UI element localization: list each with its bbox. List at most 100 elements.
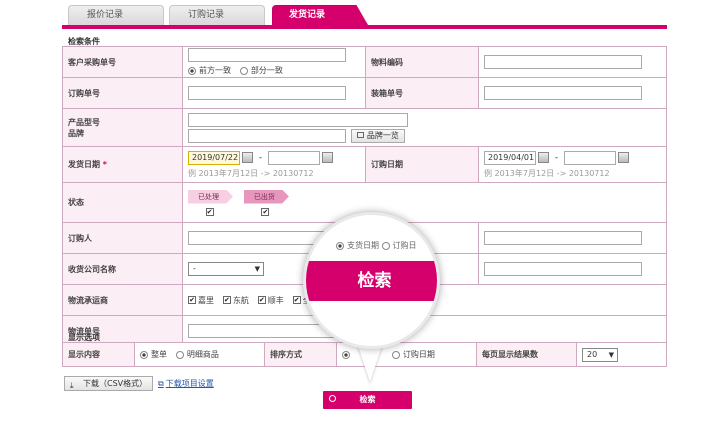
status-shipped-checkbox[interactable]: ✔: [261, 207, 270, 216]
chevron-down-icon: ▼: [608, 350, 614, 359]
per-page-value: 20: [587, 349, 598, 359]
date-separator: -: [554, 153, 559, 163]
radio-partial-match[interactable]: [239, 66, 248, 75]
calendar-icon[interactable]: [618, 152, 629, 163]
magnifier-hint: 支货日期 订购日: [336, 240, 417, 251]
sort-label: 排序方式: [264, 342, 337, 367]
radio-detail-items[interactable]: [175, 350, 184, 359]
search-button-label: 检索: [359, 395, 376, 404]
orderer-extra-cell: [478, 222, 667, 254]
calendar-icon[interactable]: [322, 152, 333, 163]
tab-label: 订购记录: [188, 10, 225, 20]
carrier-checkbox[interactable]: ✔: [222, 296, 231, 304]
form-row: 订购单号 装箱单号: [62, 77, 667, 109]
status-label: 状态: [62, 182, 183, 223]
form-row: 产品型号 品牌 品牌一览: [62, 108, 667, 147]
order-date-cell: 2019/04/01 - 例 2013年7月12日 -> 20130712: [478, 146, 667, 183]
carrier-label: 物流承运商: [62, 284, 183, 316]
customer-po-cell: 前方一致 部分一致: [182, 46, 366, 78]
order-no-cell: [182, 77, 366, 109]
packing-no-label: 装箱单号: [365, 77, 479, 109]
order-date-from-input[interactable]: 2019/04/01: [484, 150, 536, 165]
magnifier-radio: [336, 241, 344, 250]
radio-label: 部分一致: [250, 66, 283, 75]
required-mark: *: [102, 160, 107, 169]
calendar-icon[interactable]: [242, 152, 253, 163]
magnifier-search-label: 检索: [306, 261, 437, 301]
tab-underline: [62, 25, 667, 29]
brand-list-button[interactable]: 品牌一览: [350, 128, 405, 143]
packing-no-cell: [478, 77, 667, 109]
tab-order-history[interactable]: 订购记录: [169, 5, 265, 25]
ship-date-label: 发货日期 *: [62, 146, 183, 183]
brand-label: 品牌: [68, 128, 84, 138]
consignee-select[interactable]: - ▼: [188, 262, 264, 276]
download-csv-button[interactable]: ⤓ 下载（CSV格式）: [64, 376, 154, 391]
calendar-icon[interactable]: [538, 152, 549, 163]
search-icon: [329, 395, 336, 402]
ship-date-cell: 2019/07/22 - 例 2013年7月12日 -> 20130712: [182, 146, 366, 183]
form-row: 客户采购单号 前方一致 部分一致 物料编码: [62, 46, 667, 78]
download-csv-label: 下载（CSV格式）: [83, 379, 148, 388]
download-settings-link[interactable]: ⧉ 下载项目设置: [158, 378, 214, 389]
status-processed-tag: 已处理: [188, 189, 233, 204]
magnifier-radio: [381, 241, 390, 250]
radio-prefix-match[interactable]: [188, 66, 196, 75]
status-shipped-tag: 已出货: [243, 189, 289, 204]
ship-date-to-input[interactable]: [268, 150, 320, 165]
product-model-label: 产品型号 品牌: [62, 108, 183, 147]
form-row: 发货日期 * 2019/07/22 - 例 2013年7月12日 -> 2013…: [62, 146, 667, 183]
order-date-label: 订购日期: [365, 146, 479, 183]
content-label: 显示内容: [62, 342, 135, 367]
carrier-checkbox[interactable]: ✔: [292, 296, 301, 304]
item-code-cell: [478, 46, 667, 78]
date-separator: -: [258, 153, 263, 163]
item-code-input[interactable]: [484, 55, 642, 69]
per-page-label: 每页显示结果数: [476, 342, 577, 367]
status-processed: 已处理 ✔: [188, 189, 233, 216]
order-no-input[interactable]: [188, 86, 346, 100]
product-model-cell: 品牌一览: [182, 108, 667, 147]
status-cell: 已处理 ✔ 已出货 ✔: [182, 182, 667, 223]
order-date-hint: 例 2013年7月12日 -> 20130712: [484, 168, 610, 178]
tab-label: 发货记录: [289, 10, 326, 20]
item-code-label: 物料编码: [365, 46, 479, 78]
consignee-extra-input[interactable]: [484, 262, 642, 276]
per-page-select[interactable]: 20 ▼: [582, 347, 618, 362]
brand-input[interactable]: [188, 128, 346, 143]
carrier-checkbox[interactable]: ✔: [257, 296, 266, 304]
order-date-to-input[interactable]: [564, 150, 616, 165]
carrier-checkbox[interactable]: ✔: [188, 296, 196, 304]
content-cell: 整单 明细商品: [134, 342, 265, 367]
magnifier-callout: 支货日期 订购日 检索: [303, 212, 440, 349]
tab-label: 报价记录: [87, 10, 124, 20]
status-processed-checkbox[interactable]: ✔: [205, 207, 214, 216]
customer-po-label: 客户采购单号: [62, 46, 183, 78]
radio-whole-order[interactable]: [140, 350, 148, 359]
radio-sort-default[interactable]: [342, 350, 350, 359]
product-model-input[interactable]: [188, 112, 408, 127]
download-settings-label: 下载项目设置: [165, 379, 214, 388]
customer-po-input[interactable]: [188, 48, 346, 62]
tab-shipment-history[interactable]: 发货记录: [272, 5, 368, 25]
orderer-label: 订购人: [62, 222, 183, 254]
ship-date-label-text: 发货日期: [68, 160, 100, 169]
orderer-extra-input[interactable]: [484, 231, 642, 245]
carrier-option-label: 嘉里: [198, 295, 214, 305]
magnifier-hint-left: 支货日期: [347, 241, 379, 250]
shipment-search-page: 报价记录 订购记录 发货记录 检索条件 客户采购单号 前方一致 部分一致 物料编…: [0, 0, 711, 422]
status-shipped: 已出货 ✔: [243, 189, 289, 216]
packing-no-input[interactable]: [484, 86, 642, 100]
brand-list-label: 品牌一览: [366, 130, 399, 140]
magnifier-hint-right: 订购日: [392, 241, 417, 250]
ship-date-from-input[interactable]: 2019/07/22: [188, 150, 240, 165]
search-button[interactable]: 检索: [323, 391, 412, 409]
consignee-extra-cell: [478, 253, 667, 285]
consignee-label: 收货公司名称: [62, 253, 183, 285]
tab-quote-history[interactable]: 报价记录: [68, 5, 164, 25]
radio-label: 整单: [151, 350, 167, 359]
link-icon: ⧉: [158, 379, 164, 388]
ship-date-hint: 例 2013年7月12日 -> 20130712: [188, 168, 314, 178]
order-no-label: 订购单号: [62, 77, 183, 109]
radio-sort-order-date[interactable]: [391, 350, 400, 359]
